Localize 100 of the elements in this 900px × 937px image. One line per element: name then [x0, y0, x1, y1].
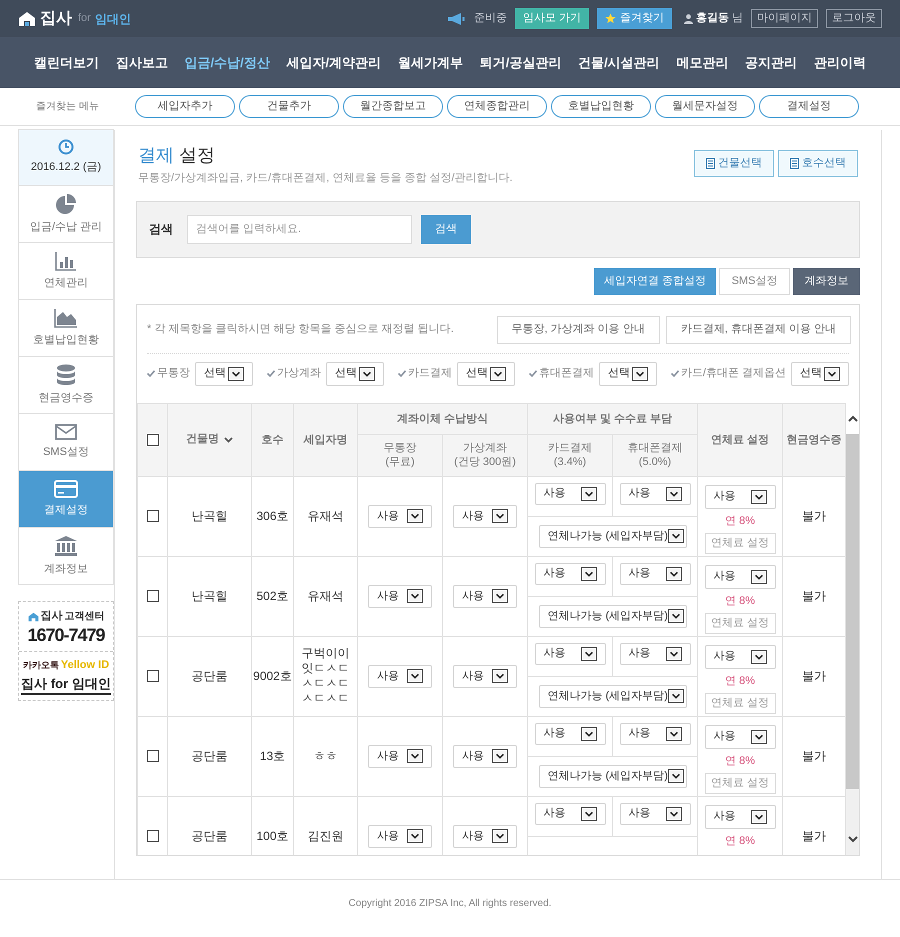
- nav-item[interactable]: 세입자/계약관리: [286, 52, 382, 72]
- column-header[interactable]: 카드결제 (3.4%): [528, 434, 612, 476]
- dropdown[interactable]: 연체나가능 (세입자부담): [538, 684, 686, 708]
- dropdown[interactable]: 사용: [704, 564, 776, 588]
- dropdown[interactable]: 사용: [453, 664, 517, 688]
- favorite-menu-link[interactable]: 연체종합관리: [447, 95, 547, 118]
- dropdown[interactable]: 사용: [704, 484, 776, 508]
- favorite-menu-link[interactable]: 건물추가: [239, 95, 339, 118]
- dropdown[interactable]: 사용: [620, 562, 690, 584]
- chevron-down-icon: [224, 436, 233, 442]
- table-cell: 9002호: [253, 669, 292, 683]
- column-header[interactable]: 휴대폰결제 (5.0%): [612, 434, 698, 476]
- chevron-down-icon: [750, 570, 767, 584]
- dropdown[interactable]: 사용: [368, 744, 432, 768]
- checkbox[interactable]: [146, 830, 158, 842]
- search-label: 검색: [149, 221, 173, 238]
- dropdown[interactable]: 사용: [534, 562, 606, 584]
- guide-button[interactable]: 카드결제, 휴대폰결제 이용 안내: [666, 316, 851, 344]
- nav-item[interactable]: 집사보고: [116, 52, 168, 72]
- tab-button[interactable]: SMS설정: [719, 268, 790, 294]
- dropdown[interactable]: 연체나가능 (세입자부담): [538, 524, 686, 548]
- column-header[interactable]: 사용여부 및 수수료 부담: [528, 403, 698, 434]
- dropdown[interactable]: 사용: [534, 802, 606, 824]
- favorites-label: 즐겨찾는 메뉴: [35, 100, 100, 114]
- chevron-down-icon: [668, 529, 684, 543]
- table-cell: 난곡힐: [192, 509, 228, 523]
- dropdown[interactable]: 연체나가능 (세입자부담): [538, 764, 686, 788]
- dropdown[interactable]: 선택: [456, 362, 515, 386]
- support-banner[interactable]: 집사 고객센터 1670-7479: [19, 602, 113, 652]
- sidebar-item[interactable]: 호별납입현황: [18, 299, 114, 357]
- dropdown[interactable]: 사용: [620, 722, 690, 744]
- chevron-down-icon: [580, 486, 596, 500]
- sidebar-item[interactable]: SMS설정: [18, 413, 114, 471]
- sidebar-item[interactable]: 2016.12.2 (금): [18, 129, 114, 186]
- dropdown[interactable]: 사용: [368, 504, 432, 528]
- dropdown[interactable]: 사용: [453, 504, 517, 528]
- search-field[interactable]: 검색어를 입력하세요.: [187, 214, 412, 244]
- select-button[interactable]: 호수선택: [778, 150, 858, 177]
- select-button[interactable]: 건물선택: [694, 150, 774, 177]
- dropdown[interactable]: 사용: [704, 804, 776, 828]
- dropdown[interactable]: 사용: [368, 824, 432, 848]
- nav-item[interactable]: 공지관리: [745, 52, 798, 72]
- dropdown[interactable]: 사용: [453, 744, 517, 768]
- column-header[interactable]: 호수: [252, 403, 294, 476]
- column-header[interactable]: 세입자명: [294, 403, 358, 476]
- chevron-down-icon: [407, 829, 423, 843]
- column-header[interactable]: 현금영수증: [782, 403, 846, 476]
- dropdown[interactable]: 선택: [326, 362, 384, 386]
- dropdown[interactable]: 선택: [598, 362, 657, 386]
- chevron-down-icon: [668, 769, 684, 783]
- checkbox[interactable]: [146, 670, 158, 682]
- dropdown[interactable]: 사용: [534, 722, 606, 744]
- tab-button[interactable]: 계좌정보: [793, 268, 860, 294]
- dropdown[interactable]: 사용: [368, 664, 432, 688]
- column-header[interactable]: 가상계좌 (건당 300원): [442, 434, 528, 476]
- favorite-menu-link[interactable]: 월간종합보고: [343, 95, 443, 118]
- favorite-menu-link[interactable]: 월세문자설정: [655, 95, 755, 118]
- dropdown[interactable]: 사용: [620, 642, 690, 664]
- dropdown[interactable]: 사용: [534, 482, 606, 504]
- column-header[interactable]: 건물명: [186, 431, 219, 448]
- checkbox[interactable]: [146, 590, 158, 602]
- dropdown[interactable]: 사용: [704, 644, 776, 668]
- table-cell: 100호: [256, 829, 289, 843]
- dropdown[interactable]: 연체나가능 (세입자부담): [538, 604, 686, 628]
- checkbox[interactable]: [146, 434, 158, 446]
- guide-button[interactable]: 무통장, 가상계좌 이용 안내: [496, 316, 660, 344]
- dropdown[interactable]: 사용: [453, 824, 517, 848]
- house-logo-icon: [18, 10, 36, 26]
- header-link[interactable]: 로그아웃: [826, 9, 882, 28]
- favorite-menu-link[interactable]: 호별납입현황: [551, 95, 651, 118]
- kakao-banner[interactable]: 카카오톡 Yellow ID 집사 for 임대인: [19, 652, 113, 700]
- nav-item[interactable]: 입금/수납/정산: [184, 52, 270, 72]
- nav-item[interactable]: 메모관리: [676, 52, 728, 72]
- sidebar-item[interactable]: 계좌정보: [18, 527, 114, 585]
- column-header[interactable]: 연체료 설정: [698, 403, 783, 476]
- checkbox[interactable]: [146, 750, 158, 762]
- checkbox[interactable]: [146, 510, 158, 522]
- favorite-menu-link[interactable]: 결제설정: [759, 95, 859, 118]
- dropdown[interactable]: 선택: [195, 362, 253, 386]
- nav-item[interactable]: 월세가계부: [398, 52, 463, 72]
- nav-item[interactable]: 퇴거/공실관리: [480, 52, 562, 72]
- nav-item[interactable]: 건물/시설관리: [578, 52, 660, 72]
- dropdown[interactable]: 사용: [453, 584, 517, 608]
- dropdown[interactable]: 사용: [704, 724, 776, 748]
- header-link[interactable]: 마이페이지: [751, 9, 818, 28]
- sidebar-item[interactable]: 현금영수증: [18, 356, 114, 414]
- dropdown[interactable]: 사용: [620, 482, 690, 504]
- scrollbar-thumb[interactable]: [846, 434, 859, 788]
- table-cell-text: ㅎㅎ: [312, 748, 338, 764]
- nav-item[interactable]: 관리이력: [814, 52, 866, 72]
- sidebar-item[interactable]: 입금/수납 관리: [18, 185, 114, 243]
- sidebar-item[interactable]: 연체관리: [18, 242, 114, 300]
- dropdown[interactable]: 사용: [368, 584, 432, 608]
- nav-item[interactable]: 캘린더보기: [34, 52, 99, 72]
- column-header[interactable]: 계좌이체 수납방식: [358, 403, 528, 434]
- column-header[interactable]: 무통장 (무료): [358, 434, 442, 476]
- dropdown[interactable]: 사용: [534, 642, 606, 664]
- dropdown[interactable]: 선택: [791, 362, 849, 386]
- favorite-menu-link[interactable]: 세입자추가: [135, 95, 235, 118]
- dropdown[interactable]: 사용: [620, 802, 690, 824]
